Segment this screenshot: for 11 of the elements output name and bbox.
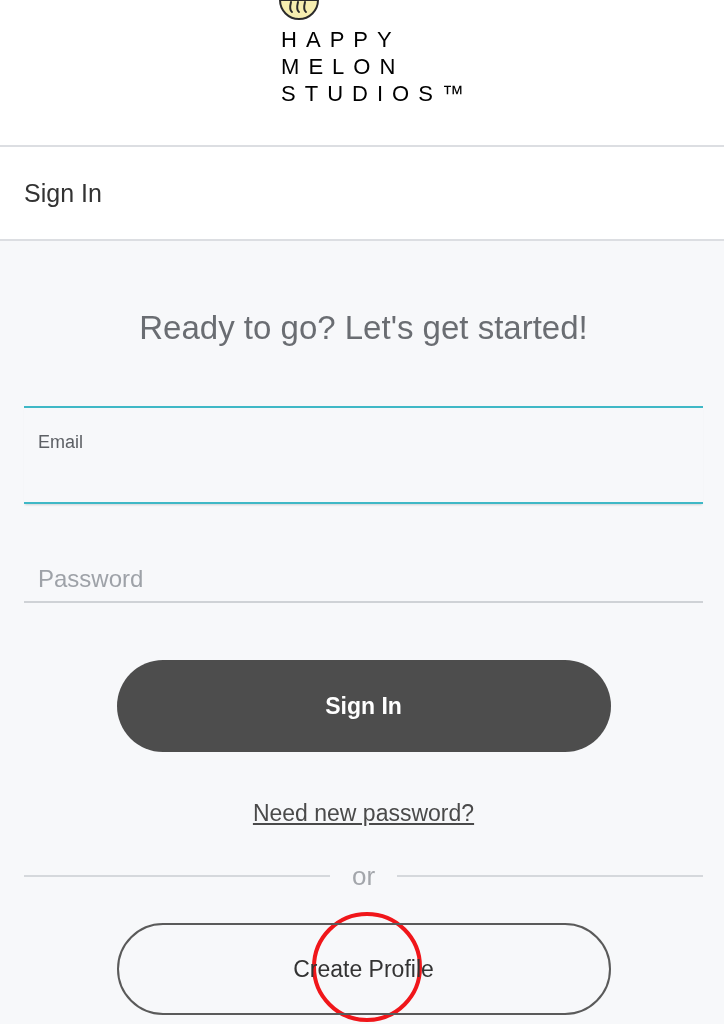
logo-text: MELON — [281, 53, 406, 80]
sign-in-button[interactable]: Sign In — [116, 660, 611, 752]
reset-password-link[interactable]: Need new password? — [252, 800, 475, 826]
logo-text: STUDIOS™ — [281, 80, 473, 107]
email-field[interactable]: Email — [24, 406, 703, 504]
password-field[interactable]: Password — [24, 557, 703, 603]
logo-icon — [279, 0, 320, 20]
form-heading: Ready to go? Let's get started! — [138, 308, 589, 347]
divider-label: or — [350, 860, 377, 893]
page-title: Sign In — [24, 178, 102, 208]
logo-text: HAPPY — [281, 26, 402, 53]
